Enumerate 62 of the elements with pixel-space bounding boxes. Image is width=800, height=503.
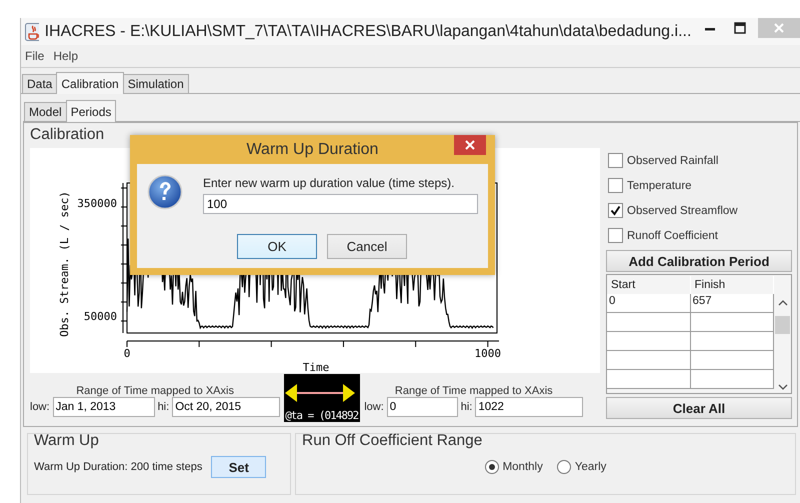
range-caption: Range of Time mapped to XAxis	[76, 385, 234, 397]
tab[interactable]: Periods	[66, 100, 116, 122]
radio-button[interactable]	[556, 460, 571, 474]
checkbox[interactable]	[608, 228, 623, 243]
warm-up-duration-text: Warm Up Duration: 200 time steps	[34, 461, 202, 473]
close-icon	[772, 22, 785, 34]
clear-all-button[interactable]: Clear All	[606, 397, 792, 419]
dialog-message: Enter new warm up duration value (time steps).	[203, 176, 456, 190]
radio-label: Yearly	[574, 461, 606, 473]
low-field[interactable]: 0	[386, 397, 458, 417]
window-title: IHACRES - E:\KULIAH\SMT_7\TA\TA\IHACRES\BARU\lapangan\4tahun\data\bedadung.i...	[44, 22, 692, 40]
hi-label: hi:	[460, 401, 472, 413]
radio-label: Monthly	[502, 461, 543, 473]
scroll-up-icon	[778, 299, 788, 306]
hi-label: hi:	[158, 401, 170, 413]
low-field[interactable]: Jan 1, 2013	[52, 397, 155, 417]
y-tick-label: 350000	[77, 197, 117, 210]
range-caption: Range of Time mapped to XAxis	[394, 385, 553, 397]
checkbox[interactable]	[608, 203, 623, 218]
cancel-button[interactable]: Cancel	[327, 234, 407, 258]
ok-button[interactable]: OK	[237, 234, 317, 258]
close-button[interactable]	[454, 135, 486, 155]
y-tick-label: 50000	[84, 310, 117, 323]
checkbox-label: Observed Rainfall	[627, 154, 718, 166]
table-cell: 657	[690, 294, 774, 313]
navigator-readout: @ta = (014892	[284, 409, 360, 422]
section-title: Calibration	[30, 126, 104, 145]
tab[interactable]: Simulation	[122, 74, 189, 93]
checkbox-label: Runoff Coefficient	[627, 230, 718, 242]
checkbox-label: Temperature	[627, 180, 692, 192]
hi-field[interactable]: Oct 20, 2015	[172, 397, 280, 417]
time-navigator[interactable]: @ta = (014892	[284, 374, 360, 422]
checkbox[interactable]	[608, 178, 623, 193]
question-icon	[147, 174, 183, 210]
scroll-down-icon	[778, 384, 788, 391]
low-label: low:	[30, 401, 50, 413]
x-axis-title: Time	[302, 361, 330, 373]
set-button[interactable]: Set	[211, 456, 266, 478]
menu-item[interactable]: File	[25, 49, 44, 63]
checkbox-label: Observed Streamflow	[627, 204, 738, 216]
close-icon	[465, 140, 475, 150]
radio-button[interactable]	[484, 460, 499, 474]
scroll-thumb[interactable]	[775, 316, 790, 334]
tab[interactable]: Calibration	[56, 72, 124, 94]
group-title: Run Off Coefficient Range	[302, 432, 484, 451]
java-cup-icon	[25, 22, 39, 40]
menu-item[interactable]: Help	[53, 49, 78, 63]
dialog-title: Warm Up Duration	[246, 140, 378, 158]
y-axis-title: Obs. Stream. (L / sec)	[58, 191, 71, 337]
checkbox[interactable]	[608, 153, 623, 168]
x-tick-label: 0	[124, 347, 130, 360]
low-label: low:	[364, 401, 384, 413]
tab[interactable]: Data	[22, 74, 58, 93]
maximize-icon	[734, 22, 746, 34]
add-period-button[interactable]: Add Calibration Period	[606, 250, 792, 272]
duration-field[interactable]: 100	[203, 194, 478, 214]
group-title: Warm Up	[34, 432, 100, 451]
tab[interactable]: Model	[24, 102, 67, 121]
table-cell: 0	[607, 294, 690, 313]
x-tick-label: 1000	[474, 347, 502, 360]
double-arrow-icon	[284, 382, 356, 404]
hi-field[interactable]: 1022	[475, 397, 584, 417]
